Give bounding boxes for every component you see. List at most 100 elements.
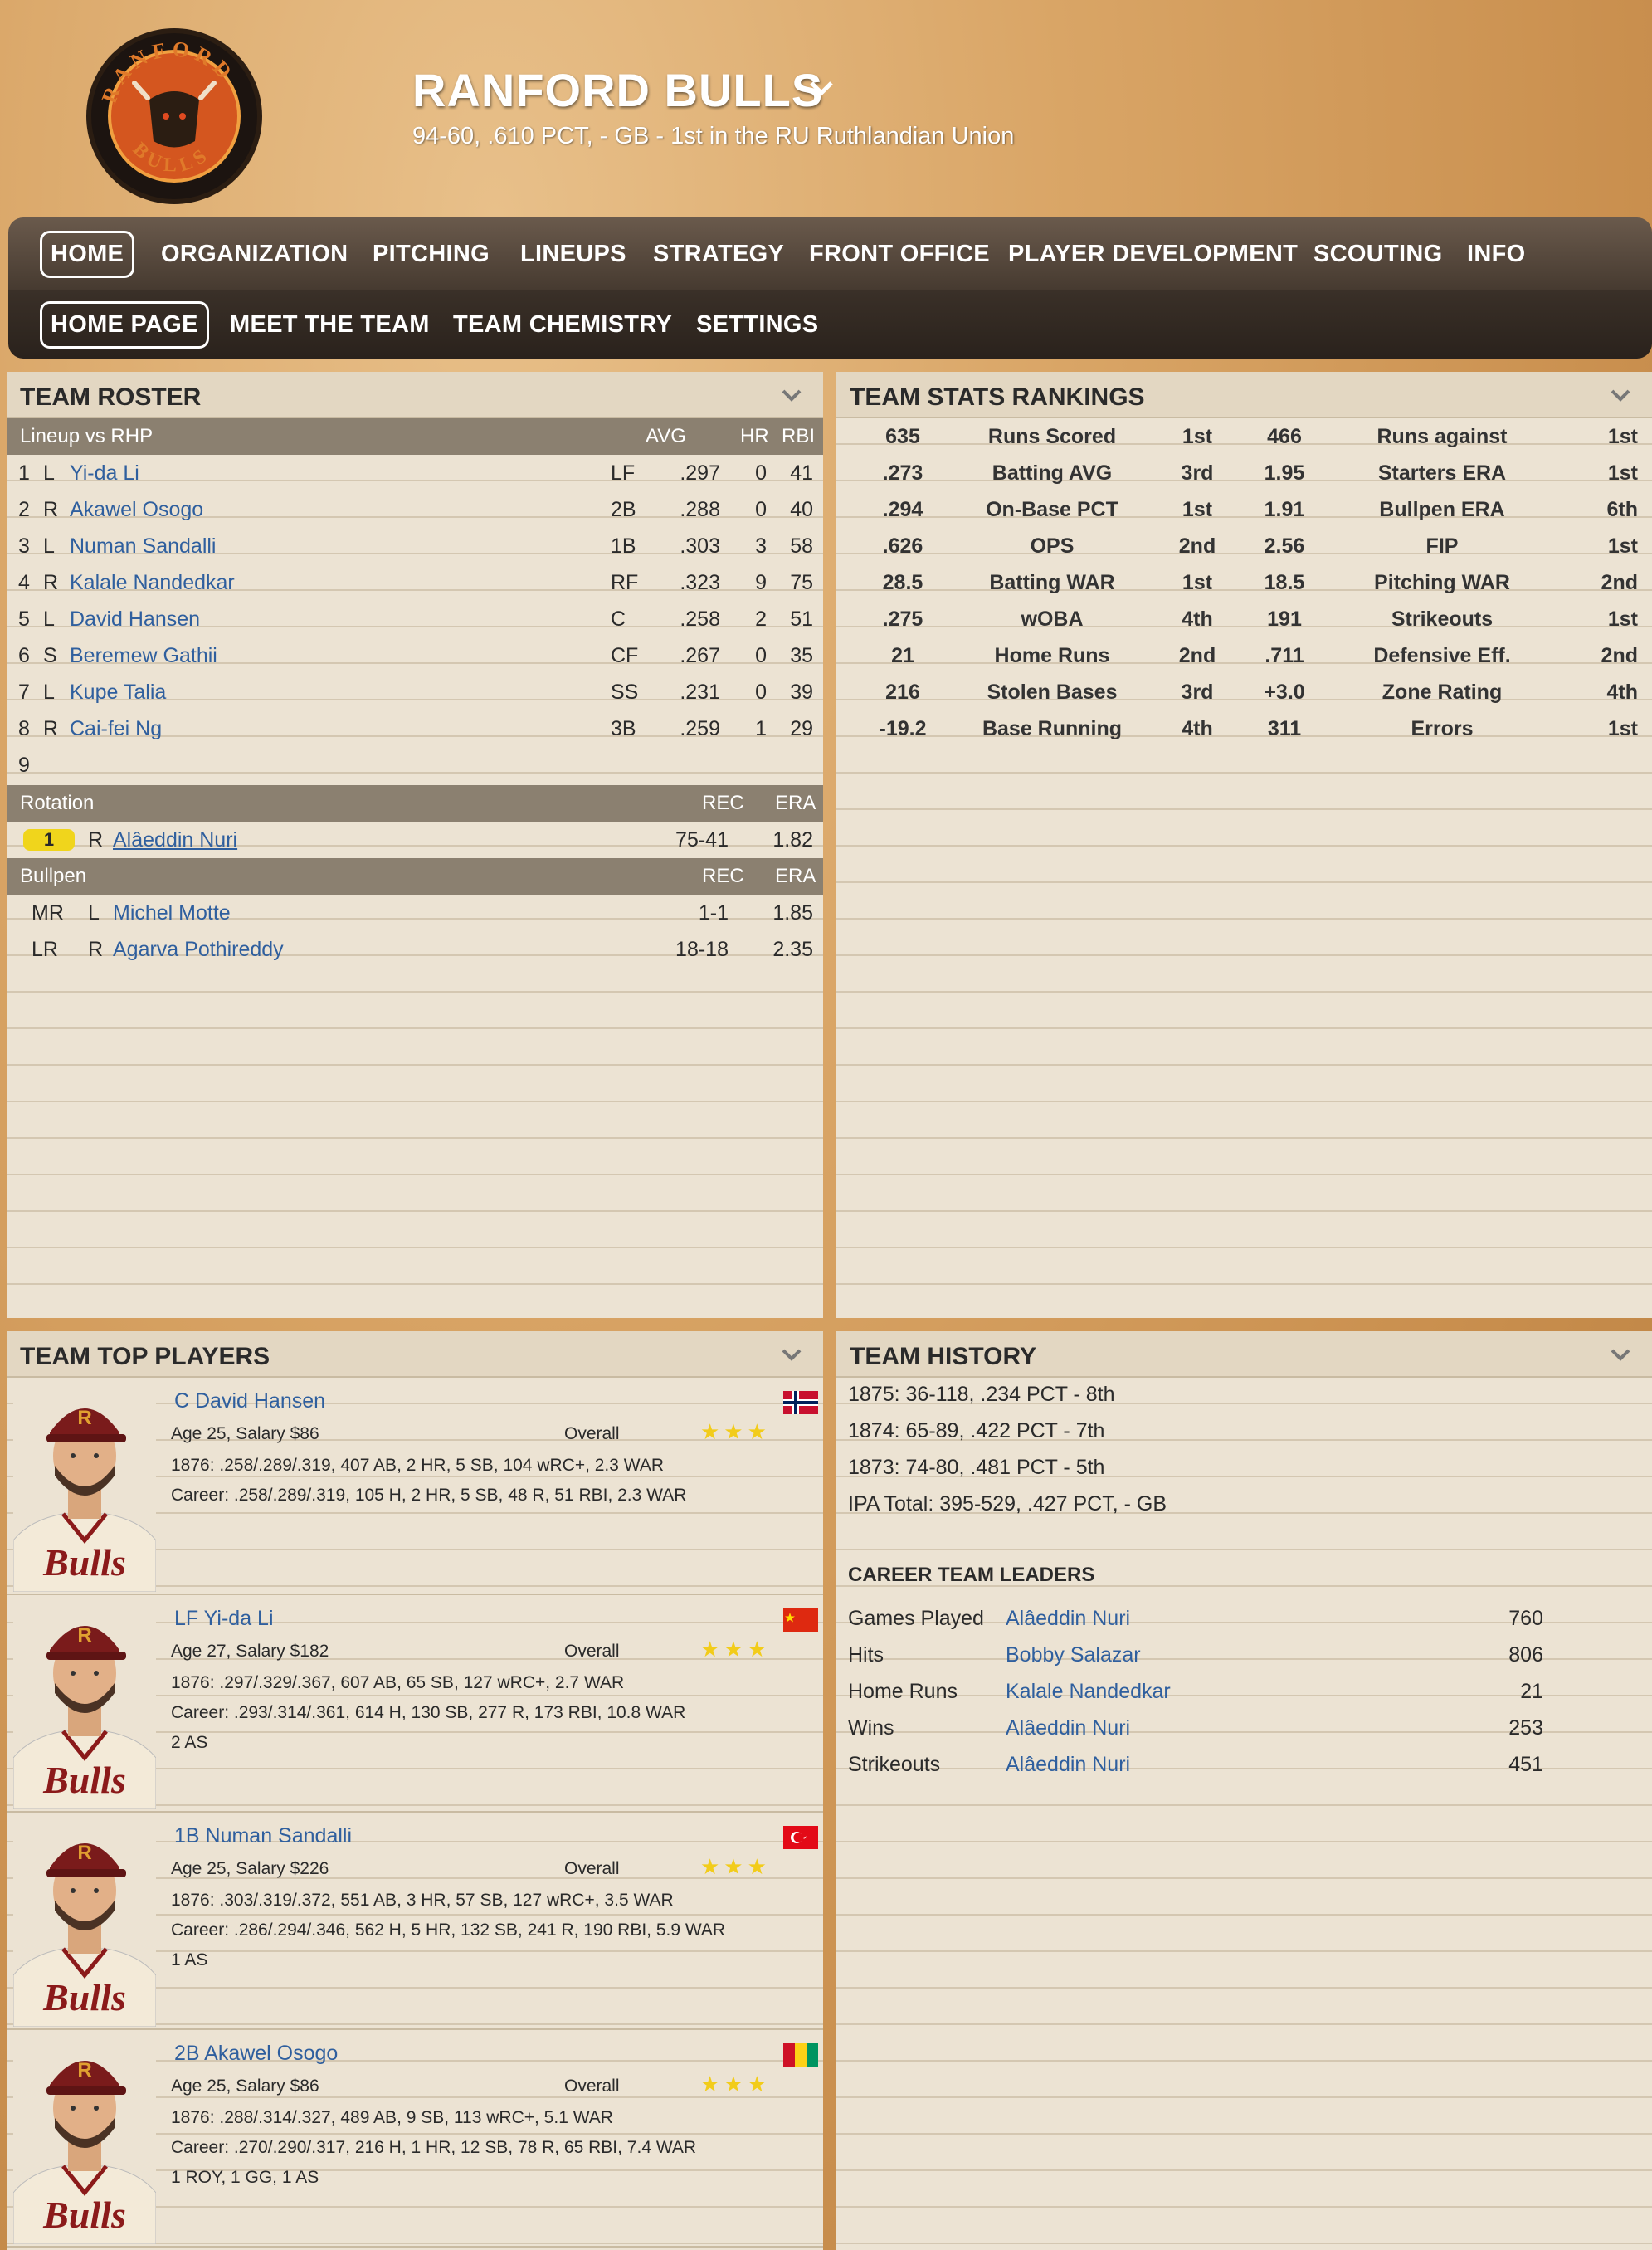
position: RF: [611, 570, 639, 594]
rotation-header-row: Rotation REC ERA: [7, 785, 823, 822]
top-player-card: Bulls R 1B Numan Sandalli Age 25, Salary $2…: [7, 1813, 823, 2030]
nav-front-office[interactable]: FRONT OFFICE: [809, 217, 990, 290]
stat-rank: 4th: [1182, 716, 1213, 740]
nav-info[interactable]: INFO: [1467, 217, 1525, 290]
bats-hand: R: [43, 716, 59, 740]
lineup-row: 3 L Numan Sandalli 1B .303 3 58: [7, 528, 823, 564]
stat-label: Stolen Bases: [987, 680, 1118, 704]
collapse-chevron-icon[interactable]: [1607, 1341, 1634, 1368]
player-link[interactable]: Kupe Talia: [70, 681, 166, 705]
player-link[interactable]: Cai-fei Ng: [70, 717, 162, 741]
bullpen-row: MR L Michel Motte 1-1 1.85: [32, 900, 813, 925]
collapse-chevron-icon[interactable]: [778, 1341, 805, 1368]
career-stats: Career: .258/.289/.319, 105 H, 2 HR, 5 S…: [171, 1486, 687, 1505]
player-link[interactable]: Michel Motte: [113, 901, 231, 925]
player-link[interactable]: Numan Sandalli: [70, 534, 217, 559]
team-record: 94-60, .610 PCT, - GB - 1st in the RU Ru…: [412, 123, 1015, 149]
batting-avg: .297: [680, 461, 720, 485]
subnav-home-page[interactable]: HOME PAGE: [40, 290, 209, 359]
player-name-link[interactable]: C David Hansen: [174, 1389, 325, 1413]
batting-avg: .231: [680, 680, 720, 704]
overall-label: Overall: [564, 1859, 620, 1878]
player-link[interactable]: Agarva Pothireddy: [113, 938, 284, 962]
career-leaders-title: CAREER TEAM LEADERS: [848, 1564, 1095, 1586]
rbi: 40: [790, 497, 813, 521]
career-stats: Career: .270/.290/.317, 216 H, 1 HR, 12 …: [171, 2138, 697, 2157]
player-link[interactable]: Yi-da Li: [70, 461, 139, 486]
nav-scouting[interactable]: SCOUTING: [1313, 217, 1442, 290]
bats-hand: L: [43, 680, 55, 704]
player-link[interactable]: Alâeddin Nuri: [113, 828, 237, 852]
ranking-row: 21 Home Runs 2nd .711 Defensive Eff. 2nd: [836, 637, 1652, 674]
rbi: 29: [790, 716, 813, 740]
rbi: 51: [790, 607, 813, 631]
nav-home[interactable]: HOME: [40, 217, 135, 290]
nav-lineups[interactable]: LINEUPS: [520, 217, 626, 290]
home-runs: 0: [755, 497, 767, 521]
stat-rank: 1st: [1182, 570, 1213, 594]
stat-rank: 1st: [1607, 461, 1638, 485]
nav-player-development[interactable]: PLAYER DEVELOPMENT: [1008, 217, 1298, 290]
player-link[interactable]: Beremew Gathii: [70, 644, 217, 668]
svg-text:R: R: [77, 1624, 91, 1647]
bullpen-header-row: Bullpen REC ERA: [7, 858, 823, 895]
player-name-link[interactable]: 2B Akawel Osogo: [174, 2042, 338, 2066]
sub-nav: HOME PAGE MEET THE TEAM TEAM CHEMISTRY S…: [8, 290, 1652, 359]
stat-rank: 3rd: [1181, 461, 1214, 485]
team-select-chevron-icon[interactable]: [805, 71, 838, 105]
batting-avg: .258: [680, 607, 720, 631]
nav-organization[interactable]: ORGANIZATION: [161, 217, 348, 290]
nav-pitching[interactable]: PITCHING: [373, 217, 490, 290]
rating-stars-icon: ★★★: [700, 1419, 771, 1444]
batting-avg: .288: [680, 497, 720, 521]
rbi: 75: [790, 570, 813, 594]
leader-category: Home Runs: [848, 1679, 958, 1703]
batting-avg: .267: [680, 643, 720, 667]
subnav-meet-the-team[interactable]: MEET THE TEAM: [230, 290, 430, 359]
leader-value: 451: [1508, 1752, 1543, 1776]
player-link[interactable]: Akawel Osogo: [70, 498, 203, 522]
stat-rank: 1st: [1607, 607, 1638, 631]
position: 1B: [611, 534, 636, 558]
stat-rank: 2nd: [1178, 643, 1216, 667]
stat-label: Defensive Eff.: [1373, 643, 1511, 667]
player-link[interactable]: David Hansen: [70, 608, 200, 632]
player-age-salary: Age 27, Salary $182: [171, 1642, 329, 1661]
nationality-flag-icon: [783, 1608, 818, 1632]
nav-strategy[interactable]: STRATEGY: [653, 217, 784, 290]
home-runs: 3: [755, 534, 767, 558]
position: LF: [611, 461, 636, 485]
leader-row: Home Runs Kalale Nandedkar 21: [836, 1673, 1652, 1710]
stat-label: Runs against: [1377, 424, 1508, 448]
history-total: IPA Total: 395-529, .427 PCT, - GB: [848, 1492, 1167, 1515]
overall-label: Overall: [564, 2077, 620, 2096]
stat-value: 1.91: [1264, 497, 1305, 521]
position: 2B: [611, 497, 636, 521]
player-link[interactable]: Alâeddin Nuri: [1006, 1607, 1130, 1631]
subnav-team-chemistry[interactable]: TEAM CHEMISTRY: [453, 290, 672, 359]
stat-label: FIP: [1425, 534, 1459, 558]
stat-label: Batting AVG: [992, 461, 1113, 485]
lineup-slot: 5: [18, 607, 30, 631]
rankings-title: TEAM STATS RANKINGS: [850, 383, 1145, 411]
player-link[interactable]: Kalale Nandedkar: [70, 571, 235, 595]
player-link[interactable]: Bobby Salazar: [1006, 1643, 1141, 1667]
season-stats: 1876: .288/.314/.327, 489 AB, 9 SB, 113 …: [171, 2108, 613, 2127]
position: 3B: [611, 716, 636, 740]
player-link[interactable]: Alâeddin Nuri: [1006, 1716, 1130, 1740]
player-name-link[interactable]: 1B Numan Sandalli: [174, 1824, 352, 1848]
lineup-slot: 9: [18, 753, 30, 777]
collapse-chevron-icon[interactable]: [1607, 382, 1634, 408]
leader-row: Wins Alâeddin Nuri 253: [836, 1710, 1652, 1746]
team-name[interactable]: RANFORD BULLS: [412, 63, 823, 117]
batting-avg: .303: [680, 534, 720, 558]
subnav-settings[interactable]: SETTINGS: [696, 290, 818, 359]
overall-label: Overall: [564, 1424, 620, 1443]
player-link[interactable]: Alâeddin Nuri: [1006, 1753, 1130, 1777]
player-name-link[interactable]: LF Yi-da Li: [174, 1607, 274, 1631]
collapse-chevron-icon[interactable]: [778, 382, 805, 408]
player-link[interactable]: Kalale Nandedkar: [1006, 1680, 1171, 1704]
team-logo: RANFORD BULLS: [86, 28, 262, 204]
batting-avg: .323: [680, 570, 720, 594]
bats-hand: L: [43, 607, 55, 631]
